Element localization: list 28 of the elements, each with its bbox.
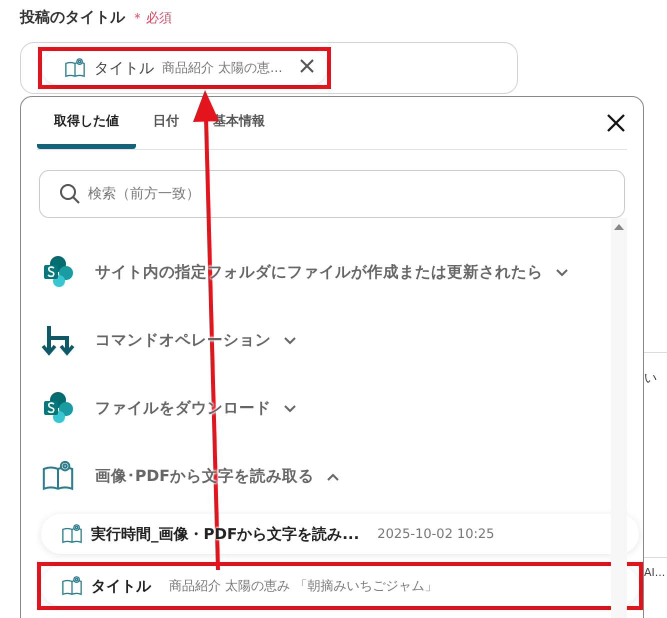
chevron-up-icon[interactable]: [326, 472, 340, 482]
book-icon: [61, 575, 83, 597]
search-field[interactable]: 検索（前方一致）: [39, 170, 625, 218]
field-label: 投稿のタイトル: [20, 8, 125, 27]
chip-value: 商品紹介 太陽の恵...: [162, 60, 283, 77]
sharepoint-icon: [41, 255, 75, 289]
value-item[interactable]: タイトル 商品紹介 太陽の恵み 「朝摘みいちごジャム」: [41, 566, 639, 606]
item-value: 商品紹介 太陽の恵み 「朝摘みいちごジャム」: [169, 578, 438, 595]
tab[interactable]: 取得した値: [37, 97, 136, 149]
background-text: い: [644, 370, 658, 387]
sharepoint-icon: [41, 391, 75, 425]
chevron-down-icon[interactable]: [283, 336, 297, 346]
chevron-down-icon[interactable]: [555, 268, 569, 278]
background-text: AI...: [644, 566, 666, 579]
value-chip[interactable]: タイトル 商品紹介 太陽の恵...: [42, 51, 327, 85]
item-value: 2025-10-02 10:25: [377, 526, 494, 542]
scrollbar[interactable]: [611, 218, 627, 618]
chevron-down-icon[interactable]: [283, 404, 297, 414]
title-field[interactable]: タイトル 商品紹介 太陽の恵...: [20, 42, 518, 94]
branch-arrow-icon: [41, 323, 75, 357]
book-icon: [64, 57, 86, 79]
tab[interactable]: 日付: [136, 97, 196, 149]
required-label: ＊必須: [131, 10, 172, 27]
chip-name: タイトル: [94, 58, 154, 78]
book-icon: [41, 459, 75, 493]
search-icon: [59, 183, 81, 205]
book-icon: [61, 523, 83, 545]
item-name: タイトル: [91, 576, 151, 596]
